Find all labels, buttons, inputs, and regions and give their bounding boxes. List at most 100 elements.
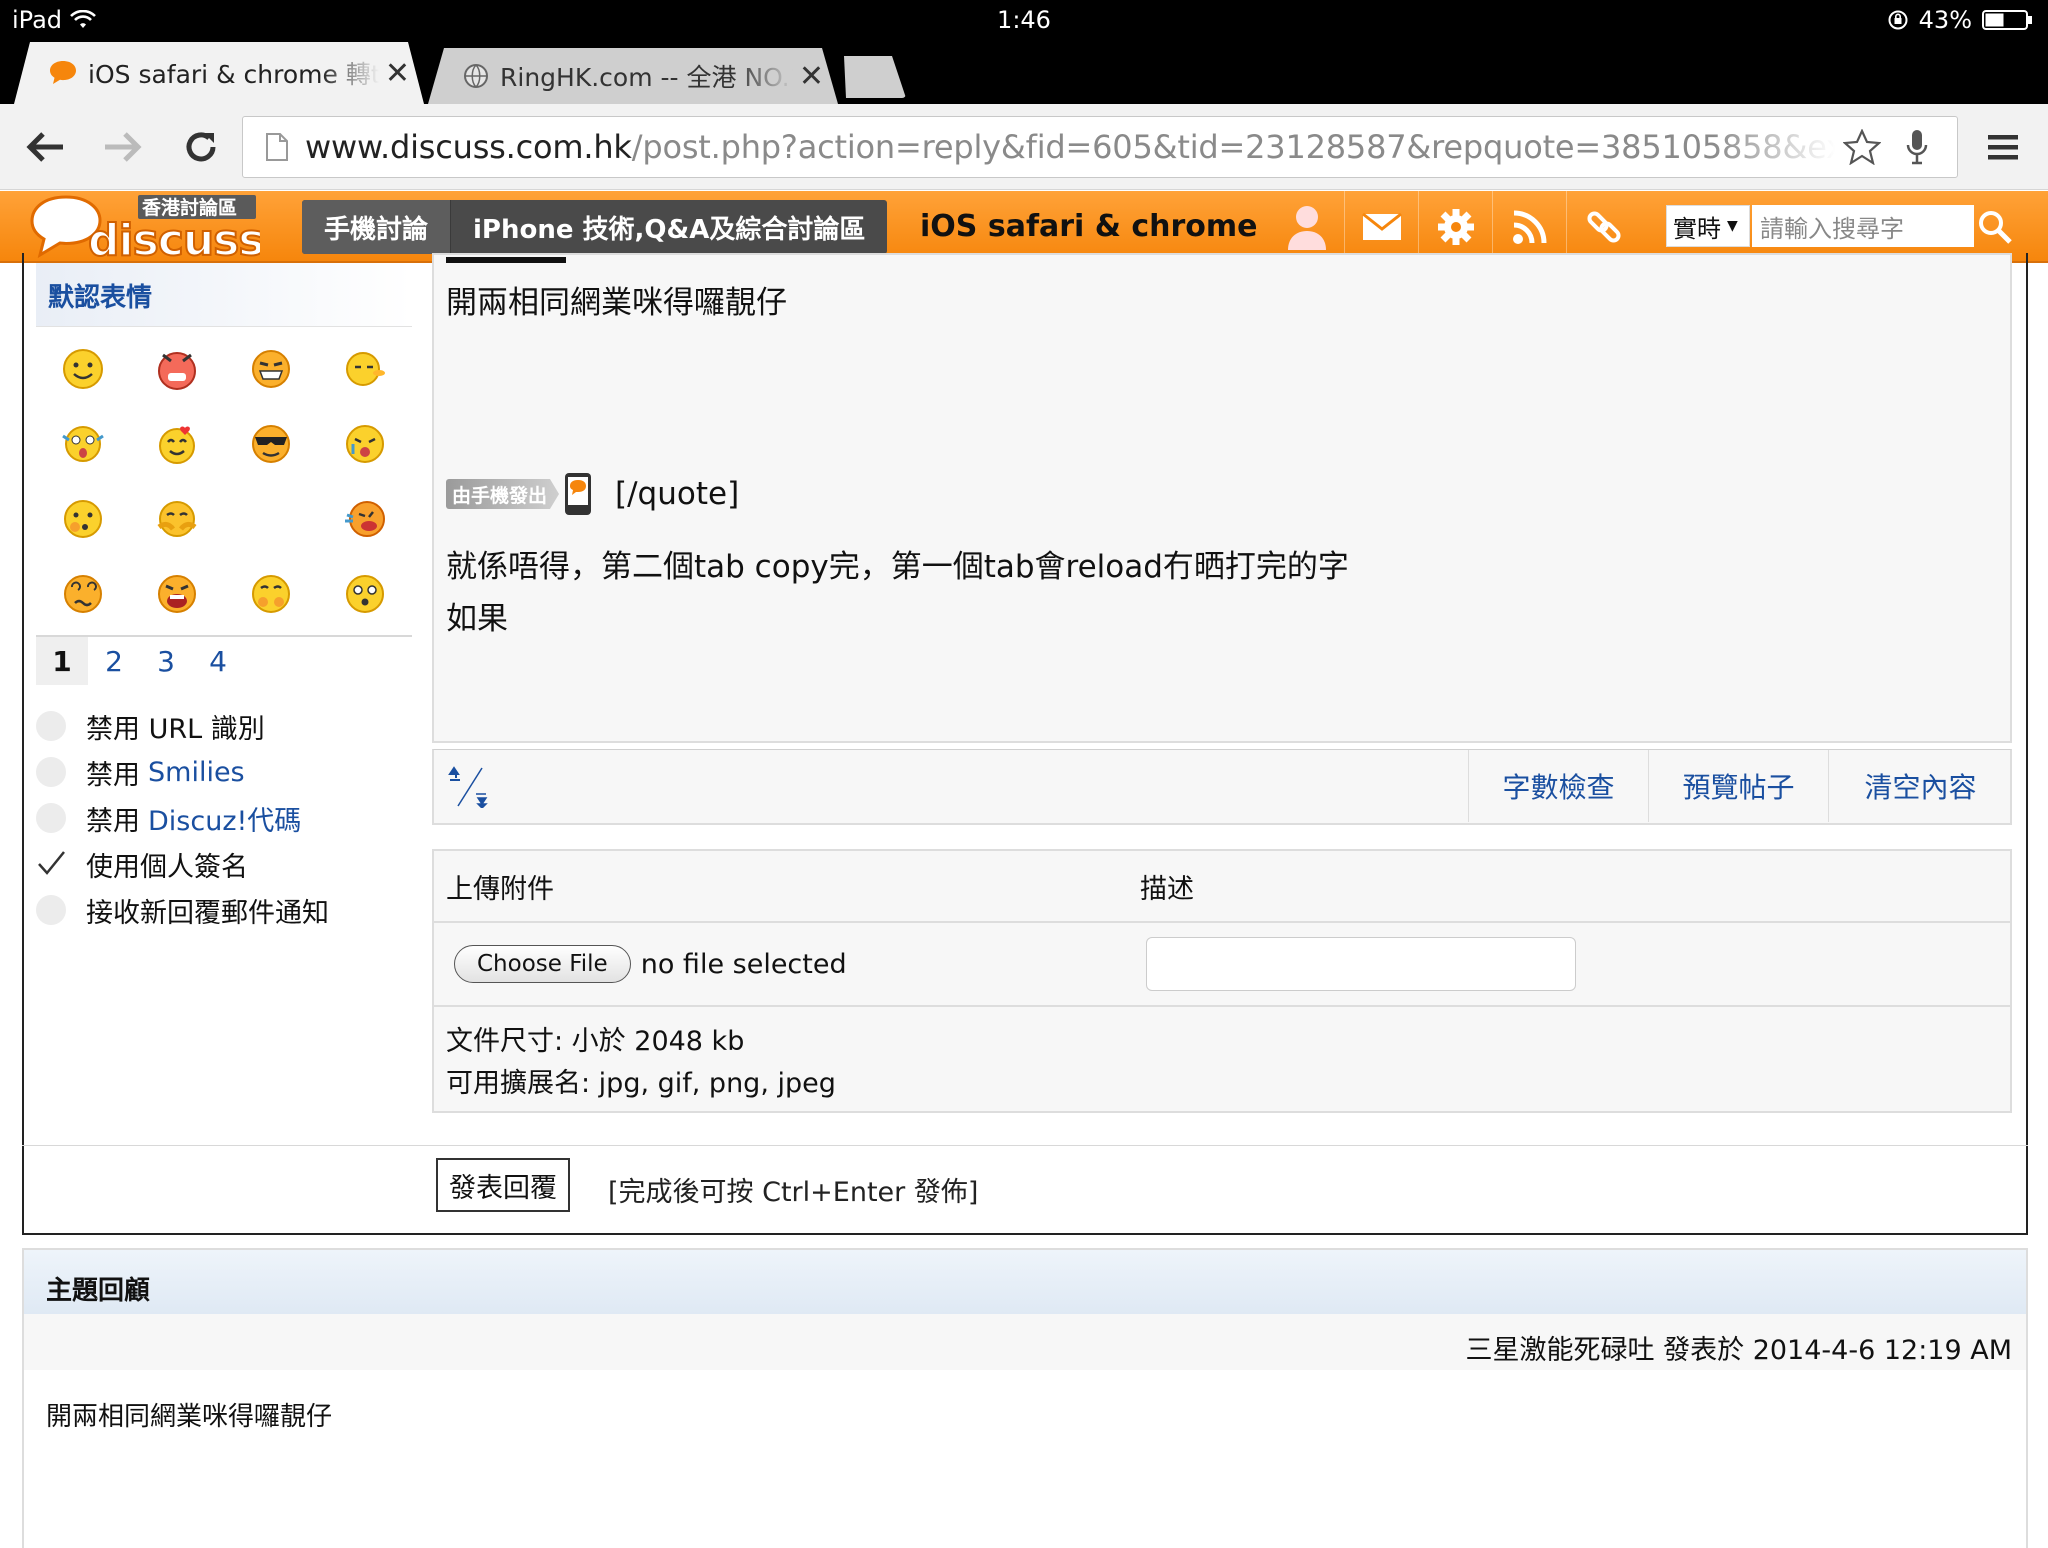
checkbox-email-notify[interactable]: [36, 895, 66, 925]
battery-percent: 43%: [1918, 6, 1972, 34]
option-disable-discuz-code[interactable]: 禁用 Discuz!代碼: [36, 795, 412, 841]
svg-text:香港討論區: 香港討論區: [141, 196, 237, 219]
mobile-post-badge: 由手機發出: [446, 479, 560, 509]
grin-smiley-icon[interactable]: [224, 331, 318, 406]
bookmark-star-icon[interactable]: [1843, 129, 1881, 165]
discuss-logo[interactable]: discuss 香港討論區: [28, 193, 260, 261]
cool-smiley-icon[interactable]: [224, 406, 318, 481]
address-bar[interactable]: www.discuss.com.hk/post.php?action=reply…: [242, 116, 1958, 178]
search-input[interactable]: 請輸入搜尋字: [1752, 205, 1974, 247]
attachment-section: 上傳附件 描述 Choose File no file selected 文件尺…: [432, 849, 2012, 1113]
editor-line: 如果: [446, 601, 508, 637]
browser-tab[interactable]: RingHK.com -- 全港 NO.1 ✕: [428, 48, 838, 104]
search-icon: [1979, 211, 2012, 244]
scared-smiley-icon[interactable]: [224, 556, 318, 631]
envelope-icon: [1361, 212, 1402, 240]
smiley-icon[interactable]: [36, 331, 130, 406]
yelling-smiley-icon[interactable]: [130, 556, 224, 631]
clear-content-button[interactable]: 清空內容: [1828, 750, 2012, 822]
file-extension-note: 可用擴展名: jpg, gif, png, jpeg: [446, 1068, 836, 1099]
speech-bubble-favicon-icon: [48, 59, 78, 87]
page-content: 默認表情 1 2 3 4 禁用 URL 識別 禁用 Smilies 禁用 Dis…: [0, 253, 2048, 1548]
editor-sidebar: 默認表情 1 2 3 4 禁用 URL 識別 禁用 Smilies 禁用 Dis…: [36, 263, 412, 933]
option-disable-url[interactable]: 禁用 URL 識別: [36, 703, 412, 749]
file-size-note: 文件尺寸: 小於 2048 kb: [446, 1026, 745, 1057]
back-arrow-icon: [26, 132, 63, 162]
tab-title: iOS safari & chrome 轉tab: [88, 60, 379, 89]
search-scope-select[interactable]: 實時 ▼: [1666, 205, 1750, 247]
close-tab-icon[interactable]: ✕: [799, 59, 824, 94]
topic-review-title: 主題回顧: [24, 1250, 2026, 1314]
ios-status-bar: iPad 1:46 43%: [0, 0, 2048, 40]
tab-title: RingHK.com -- 全港 NO.1: [500, 63, 793, 92]
rss-icon: [1512, 210, 1546, 244]
review-post-meta: 三星激能死碌吐 發表於 2014-4-6 12:19 AM: [24, 1314, 2026, 1370]
option-disable-smilies[interactable]: 禁用 Smilies: [36, 749, 412, 795]
current-forum-title[interactable]: iOS safari & chrome: [920, 209, 1258, 244]
blank-smiley-icon[interactable]: [224, 481, 318, 556]
pager-page[interactable]: 2: [88, 637, 140, 685]
microphone-icon[interactable]: [1905, 128, 1929, 166]
url-text[interactable]: www.discuss.com.hk/post.php?action=reply…: [305, 128, 1835, 166]
checkmark-icon: [38, 851, 65, 875]
choose-file-button[interactable]: Choose File: [454, 945, 631, 983]
forward-button[interactable]: [98, 122, 148, 172]
option-label: 使用個人簽名: [86, 851, 248, 883]
submit-row: 發表回覆 [完成後可按 Ctrl+Enter 發佈]: [22, 1145, 2028, 1235]
breadcrumb-item[interactable]: iPhone 技術,Q&A及綜合討論區: [451, 200, 887, 254]
battery-icon: [1982, 10, 2032, 30]
option-label: 禁用: [86, 805, 140, 837]
checkbox-disable-discuz-code[interactable]: [36, 803, 66, 833]
menu-button[interactable]: [1978, 122, 2028, 172]
url-path: /post.php?action=reply&fid=605&tid=23128…: [631, 128, 1835, 166]
laughing-smiley-icon[interactable]: [318, 481, 412, 556]
shocked-smiley-icon[interactable]: [36, 406, 130, 481]
breadcrumb-item[interactable]: 手機討論: [302, 200, 452, 254]
status-time: 1:46: [997, 6, 1051, 34]
editor-action-bar: 字數檢查 預覽帖子 清空內容: [432, 749, 2012, 825]
attachment-description-input[interactable]: [1146, 937, 1576, 991]
preview-post-button[interactable]: 預覽帖子: [1648, 750, 1828, 822]
smilies-help-link[interactable]: Smilies: [148, 757, 245, 788]
angry-smiley-icon[interactable]: [130, 331, 224, 406]
love-smiley-icon[interactable]: [130, 406, 224, 481]
thinking-smiley-icon[interactable]: [36, 481, 130, 556]
smilies-grid: [36, 327, 412, 635]
message-textarea[interactable]: 開兩相同網業咪得囉靚仔 由手機發出 [/quote] 就係唔得，第二個tab c…: [432, 253, 2012, 743]
attachment-rules: 文件尺寸: 小於 2048 kb 可用擴展名: jpg, gif, png, j…: [434, 1007, 2010, 1111]
option-email-notify[interactable]: 接收新回覆郵件通知: [36, 887, 412, 933]
crying-smiley-icon[interactable]: [318, 406, 412, 481]
back-button[interactable]: [20, 122, 70, 172]
pager-page[interactable]: 1: [36, 637, 88, 685]
reload-icon: [186, 132, 216, 162]
sleepy-smiley-icon[interactable]: [318, 331, 412, 406]
checkbox-disable-smilies[interactable]: [36, 757, 66, 787]
resize-editor-button[interactable]: [448, 766, 488, 808]
shy-smiley-icon[interactable]: [130, 481, 224, 556]
gear-icon: [1437, 209, 1474, 245]
pager-page[interactable]: 4: [192, 637, 244, 685]
option-use-signature[interactable]: 使用個人簽名: [36, 841, 412, 887]
upload-column-label: 上傳附件: [446, 873, 554, 905]
checkbox-use-signature[interactable]: [36, 849, 66, 879]
chevron-down-icon: ▼: [1727, 218, 1738, 234]
discuz-code-help-link[interactable]: Discuz!代碼: [148, 799, 301, 838]
no-file-selected-text: no file selected: [640, 948, 847, 980]
editor-line: 開兩相同網業咪得囉靚仔: [446, 285, 787, 321]
browser-toolbar: www.discuss.com.hk/post.php?action=reply…: [0, 104, 2048, 190]
dizzy-smiley-icon[interactable]: [36, 556, 130, 631]
globe-favicon-icon: [462, 62, 490, 90]
post-reply-button[interactable]: 發表回覆: [436, 1158, 570, 1212]
hamburger-menu-icon: [1988, 135, 2018, 160]
resize-arrows-icon: [448, 766, 488, 808]
checkbox-disable-url[interactable]: [36, 711, 66, 741]
browser-tab-active[interactable]: iOS safari & chrome 轉tab ✕: [14, 42, 424, 104]
mobile-phone-icon: [565, 473, 592, 515]
surprised-smiley-icon[interactable]: [318, 556, 412, 631]
close-tab-icon[interactable]: ✕: [385, 56, 410, 91]
reload-button[interactable]: [176, 122, 226, 172]
word-count-button[interactable]: 字數檢查: [1468, 750, 1648, 822]
new-tab-button[interactable]: [832, 56, 906, 98]
forward-arrow-icon: [105, 132, 142, 162]
pager-page[interactable]: 3: [140, 637, 192, 685]
